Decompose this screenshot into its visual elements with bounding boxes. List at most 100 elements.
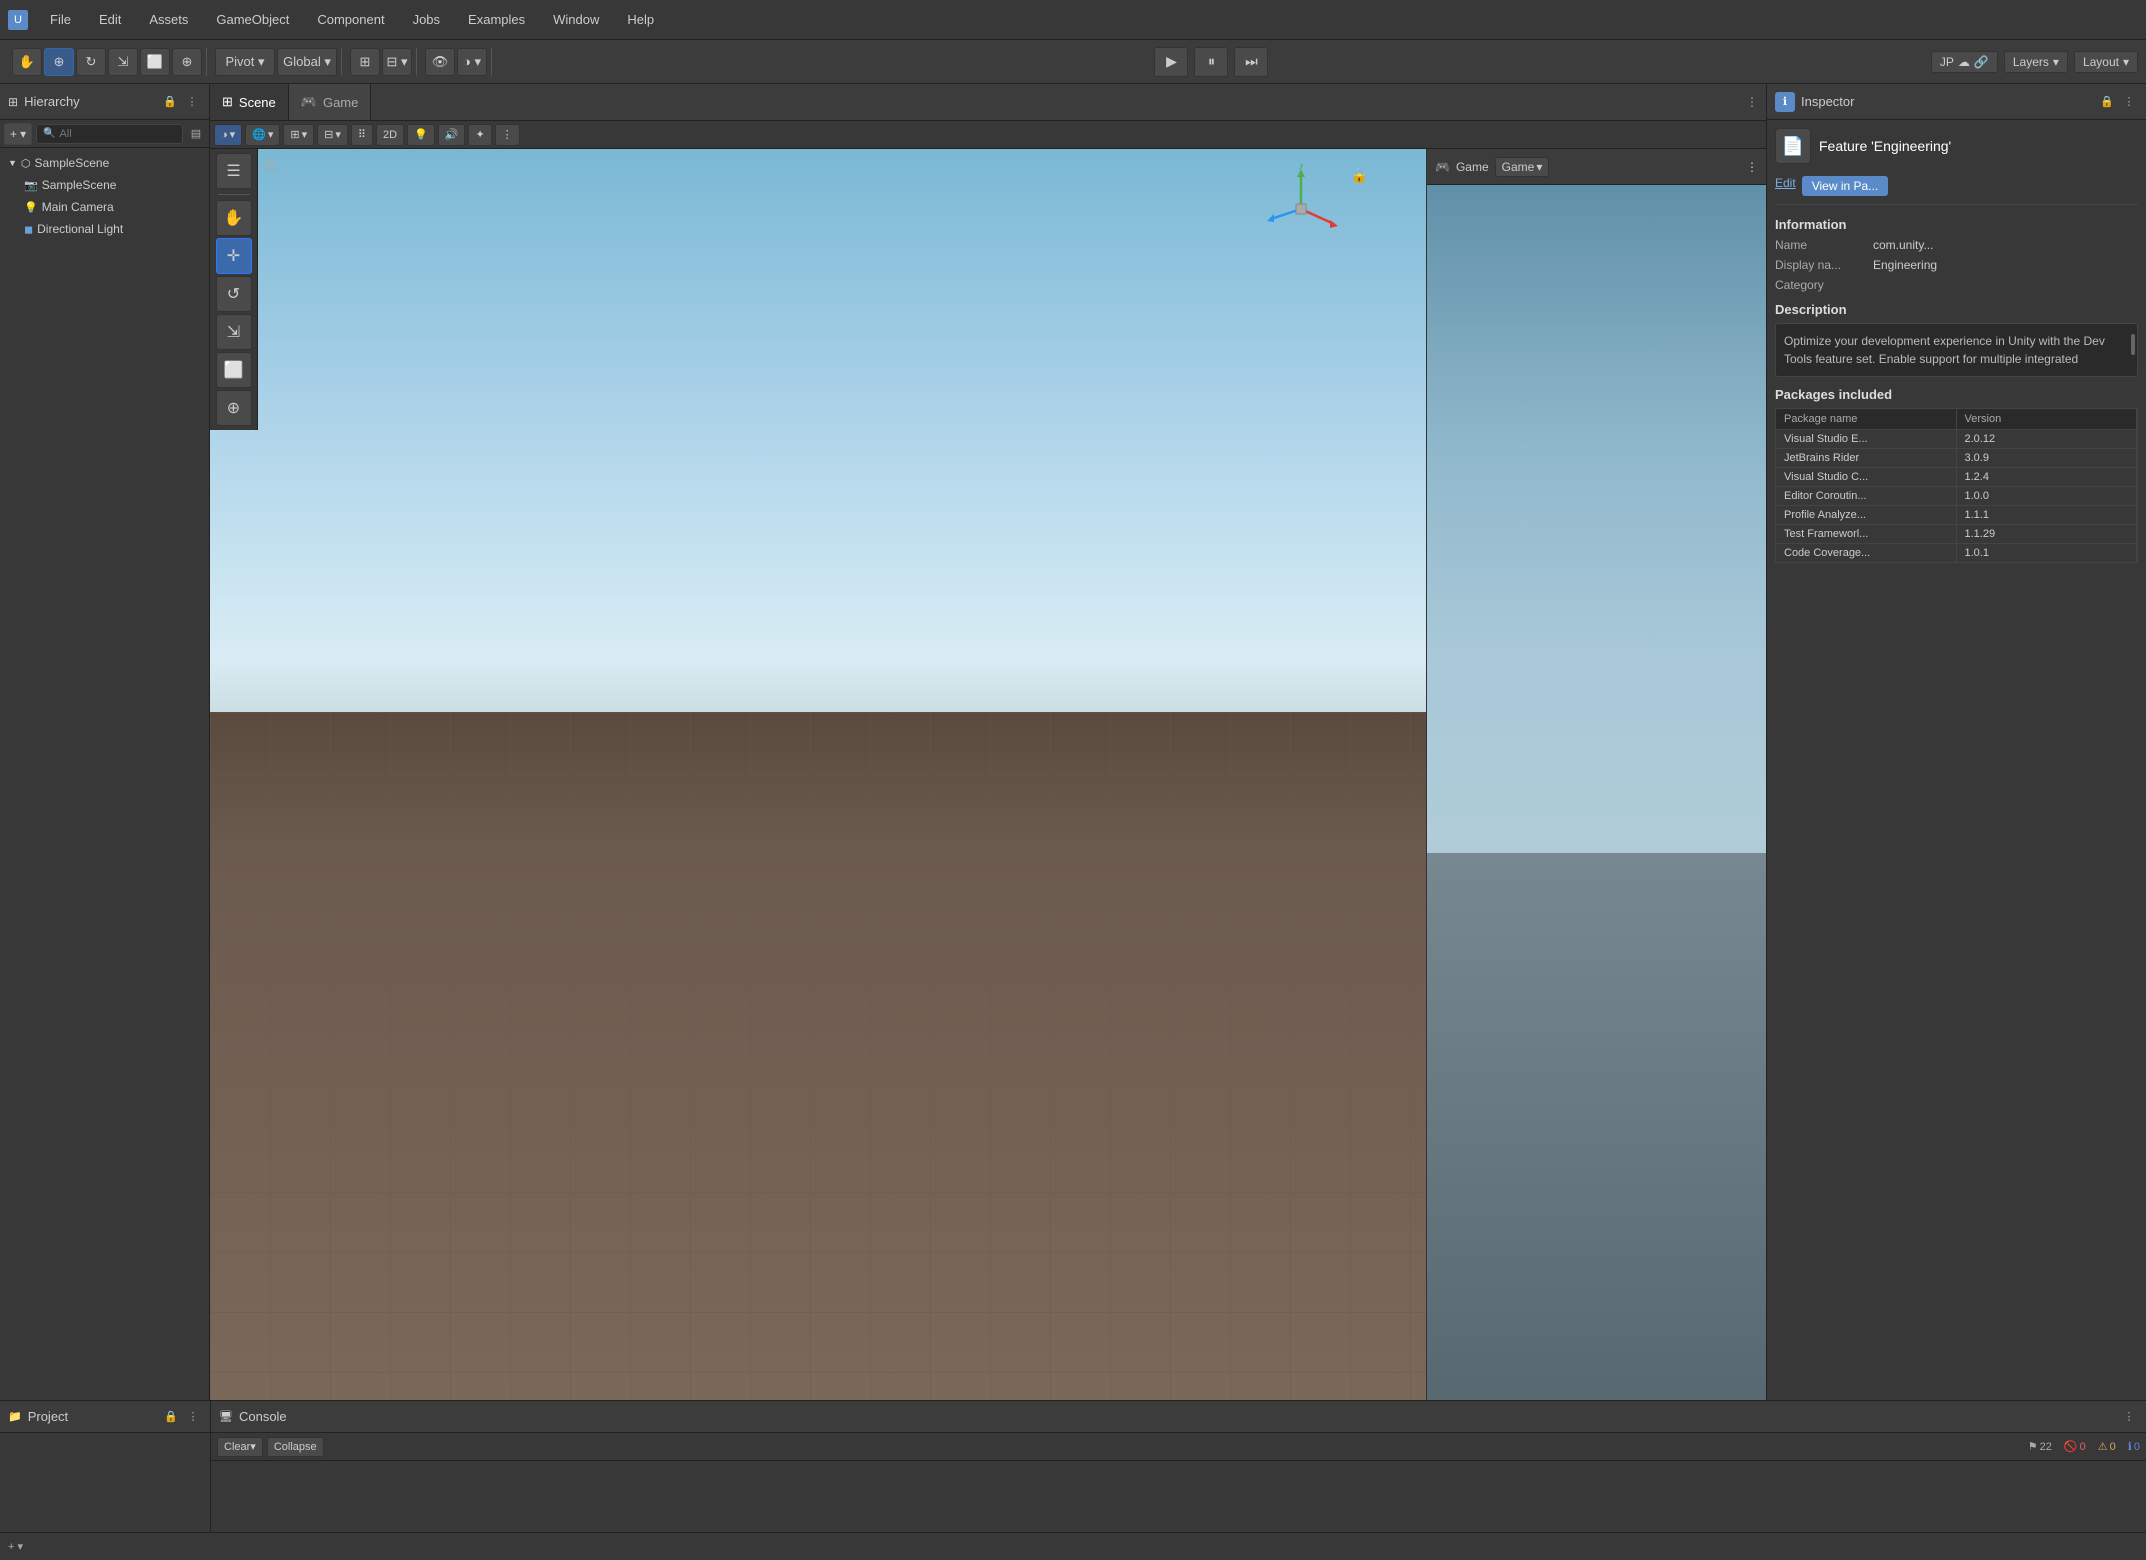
tabs-more-button[interactable]: ⋮	[1738, 84, 1766, 120]
console-more-icon[interactable]: ⋮	[2120, 1408, 2138, 1426]
package-name-5: Test Frameworl...	[1776, 525, 1957, 543]
hierarchy-add-button[interactable]: + ▾	[4, 123, 32, 145]
tool-panel: ☰ ✋ ✛ ↺ ⇲ ⬜ ⊕	[210, 149, 258, 430]
hierarchy-item-maincamera[interactable]: 📷 SampleScene	[0, 174, 209, 196]
scene-gizmos-button[interactable]: ⊟ ▾	[317, 124, 348, 146]
scale-tool-button[interactable]: ⇲	[108, 48, 138, 76]
hand-tool-button[interactable]: ✋	[12, 48, 42, 76]
collapse-button[interactable]: Collapse	[267, 1437, 324, 1457]
view-in-package-button[interactable]: View in Pa...	[1802, 176, 1888, 196]
hierarchy-item-example[interactable]: ◼ Directional Light	[0, 218, 209, 240]
scene-overlay-toggle[interactable]: ☰	[264, 157, 277, 174]
hierarchy-lock-icon[interactable]: 🔒	[161, 93, 179, 111]
clear-button[interactable]: Clear ▾	[217, 1437, 263, 1457]
gizmos-chevron: ▾	[335, 128, 341, 141]
hierarchy-item-samplescene[interactable]: ▼ ⬡ SampleScene	[0, 152, 209, 174]
scene-render-mode-button[interactable]: ◑ ▾	[214, 124, 242, 146]
project-title: Project	[28, 1409, 68, 1424]
game-sky	[1427, 185, 1766, 853]
rotate-tool-button[interactable]: ↻	[76, 48, 106, 76]
transform-tool-button[interactable]: ⊕	[172, 48, 202, 76]
hierarchy-grid-icon: ⊞	[8, 95, 18, 109]
add-status-button[interactable]: + ▾	[8, 1540, 23, 1553]
game-header: 🎮 Game Game ▾ ⋮	[1427, 149, 1766, 185]
scene-grid-button[interactable]: ⊞ ▾	[283, 124, 314, 146]
scene-perspective-button[interactable]: 🌐 ▾	[245, 124, 280, 146]
scene-fx-button[interactable]: ✦	[468, 124, 491, 146]
project-header-icons: 🔒 ⋮	[162, 1408, 202, 1426]
layout-label: Layout	[2083, 55, 2119, 69]
scene-overlay-button[interactable]: ⠿	[351, 124, 373, 146]
scene-tab[interactable]: ⊞ Scene	[210, 84, 289, 120]
project-more-icon[interactable]: ⋮	[184, 1408, 202, 1426]
visibility-button[interactable]: 👁	[425, 48, 455, 76]
tool-custom-button[interactable]: ⊕	[216, 390, 252, 426]
tool-move-button[interactable]: ✛	[216, 238, 252, 274]
package-name-1: JetBrains Rider	[1776, 449, 1957, 467]
inspector-header: ℹ Inspector 🔒 ⋮	[1767, 84, 2146, 120]
menu-examples[interactable]: Examples	[462, 8, 531, 31]
description-section-title: Description	[1775, 302, 2138, 317]
console-title: Console	[239, 1409, 287, 1424]
grid-group: ⊞ ⊟ ▾	[346, 48, 417, 76]
play-button[interactable]: ▶	[1154, 47, 1188, 77]
layout-dropdown[interactable]: Layout ▾	[2074, 51, 2138, 73]
category-label: Category	[1775, 278, 1865, 292]
pivot-button[interactable]: Pivot ▾	[215, 48, 275, 76]
hierarchy-item-label: SampleScene	[35, 156, 110, 170]
scene-lighting-button[interactable]: 💡	[407, 124, 435, 146]
info-name-row: Name com.unity...	[1775, 238, 2138, 252]
scene-2d-button[interactable]: 2D	[376, 124, 404, 146]
move-tool-button[interactable]: ⊕	[44, 48, 74, 76]
project-lock-icon[interactable]: 🔒	[162, 1408, 180, 1426]
inspector-more-icon[interactable]: ⋮	[2120, 93, 2138, 111]
hierarchy-item-directionallight[interactable]: 💡 Main Camera	[0, 196, 209, 218]
tool-rotate-button[interactable]: ↺	[216, 276, 252, 312]
render-button[interactable]: ◑ ▾	[457, 48, 487, 76]
scene-viewport[interactable]: ☰ ✋ ✛ ↺ ⇲ ⬜ ⊕ y	[210, 149, 1426, 1400]
tool-hand-button[interactable]: ✋	[216, 200, 252, 236]
packages-section: Packages included Package name Version V…	[1775, 387, 2138, 563]
scene-audio-button[interactable]: 🔊	[438, 124, 466, 146]
package-row-0: Visual Studio E... 2.0.12	[1775, 429, 2138, 448]
console-icon: 🖥	[219, 1410, 233, 1423]
tool-divider-1	[218, 194, 250, 195]
inspector-actions: Edit View in Pa...	[1775, 176, 2138, 205]
game-more-icon[interactable]: ⋮	[1746, 160, 1758, 174]
rect-tool-button[interactable]: ⬜	[140, 48, 170, 76]
console-header-icons: ⋮	[2120, 1408, 2138, 1426]
global-button[interactable]: Global ▾	[277, 48, 337, 76]
tool-scale-button[interactable]: ⇲	[216, 314, 252, 350]
hierarchy-toolbar: + ▾ 🔍 All ▤	[0, 120, 209, 148]
pause-button[interactable]: ⏸	[1194, 47, 1228, 77]
toolbar-right: JP ☁ 🔗 Layers ▾ Layout ▾	[1931, 51, 2138, 73]
grid-options-button[interactable]: ⊟ ▾	[382, 48, 412, 76]
menu-component[interactable]: Component	[311, 8, 390, 31]
account-button[interactable]: JP ☁ 🔗	[1931, 51, 1998, 73]
menu-file[interactable]: File	[44, 8, 77, 31]
scene-lock-icon[interactable]: 🔒	[1351, 167, 1368, 184]
tool-rect-button[interactable]: ⬜	[216, 352, 252, 388]
menu-help[interactable]: Help	[621, 8, 660, 31]
description-scrollbar[interactable]	[2131, 334, 2135, 355]
project-panel: 📁 Project 🔒 ⋮	[0, 1401, 211, 1532]
hierarchy-filter-icon[interactable]: ▤	[187, 125, 205, 143]
inspector-lock-icon[interactable]: 🔒	[2098, 93, 2116, 111]
menu-assets[interactable]: Assets	[143, 8, 194, 31]
hierarchy-more-icon[interactable]: ⋮	[183, 93, 201, 111]
game-tab[interactable]: 🎮 Game	[289, 84, 372, 120]
info-displayname-row: Display na... Engineering	[1775, 258, 2138, 272]
layers-dropdown[interactable]: Layers ▾	[2004, 51, 2068, 73]
inspector-icon: ℹ	[1775, 92, 1795, 112]
edit-link[interactable]: Edit	[1775, 176, 1796, 196]
menu-edit[interactable]: Edit	[93, 8, 127, 31]
step-button[interactable]: ⏭	[1234, 47, 1268, 77]
gizmos-icon: ⊟	[324, 128, 333, 141]
game-dropdown[interactable]: Game ▾	[1495, 157, 1550, 177]
menu-window[interactable]: Window	[547, 8, 605, 31]
tool-menu-button[interactable]: ☰	[216, 153, 252, 189]
grid-snap-button[interactable]: ⊞	[350, 48, 380, 76]
menu-gameobject[interactable]: GameObject	[210, 8, 295, 31]
menu-jobs[interactable]: Jobs	[407, 8, 446, 31]
scene-more-button[interactable]: ⋮	[495, 124, 520, 146]
